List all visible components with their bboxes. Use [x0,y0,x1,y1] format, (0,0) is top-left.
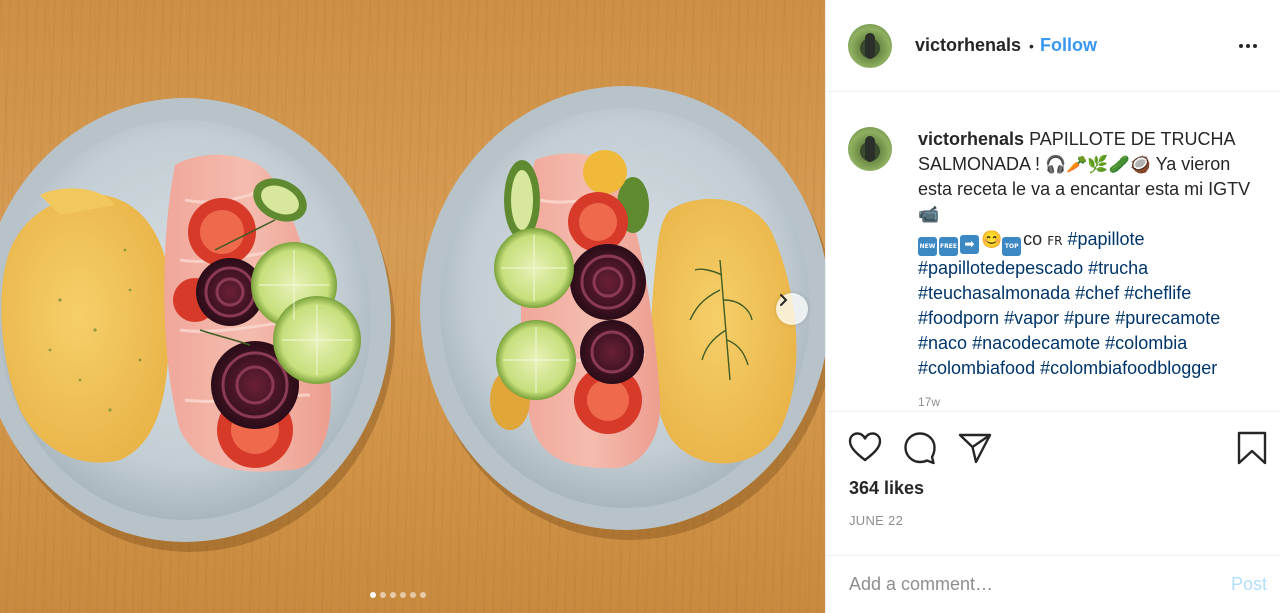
more-options-icon[interactable] [1235,36,1261,56]
chevron-right-icon [780,294,788,306]
post-date[interactable]: JUNE 22 [849,513,903,528]
hashtag-link[interactable]: #pure [1064,308,1110,328]
carousel-dot [390,592,396,598]
caption-username[interactable]: victorhenals [918,129,1024,149]
hashtag-link[interactable]: #trucha [1088,258,1148,278]
hashtag-link[interactable]: #chef [1075,283,1119,303]
action-bar [826,411,1280,471]
food-illustration [0,86,825,552]
caption-time: 17w [918,395,941,409]
caption-fr: FR [1047,234,1063,248]
hashtag-link[interactable]: #foodporn [918,308,999,328]
hashtag-link[interactable]: #purecamote [1115,308,1220,328]
post-header: victorhenals • Follow [826,0,1280,92]
hashtag-link[interactable]: #colombiafood [918,358,1035,378]
comment-bar: Post [826,555,1280,613]
smile-icon: 😊 [981,230,1003,249]
new-button-icon: NEW [918,237,937,256]
comment-icon[interactable] [902,430,938,466]
right-arrow-icon: ➡ [960,235,979,254]
hashtag-link[interactable]: #nacodecamote [972,333,1100,353]
hashtag-link[interactable]: #colombiafoodblogger [1040,358,1217,378]
carousel-dot [410,592,416,598]
caption-co: co [1023,229,1043,249]
hashtag-link[interactable]: #colombia [1105,333,1187,353]
likes-count[interactable]: 364 likes [849,478,924,499]
free-button-icon: FREE [939,237,958,256]
share-icon[interactable] [957,430,993,466]
comment-input[interactable] [849,574,1209,595]
caption-avatar[interactable] [848,127,892,171]
avatar[interactable] [848,23,892,68]
caption-emojis: 🎧🥕🌿🥒🥥 [1045,155,1151,174]
comments-area[interactable]: victorhenals PAPILLOTE DE TRUCHA SALMONA… [826,93,1280,409]
hashtag-link[interactable]: #teuchasalmonada [918,283,1070,303]
bookmark-icon[interactable] [1234,430,1270,466]
caption-text: victorhenals PAPILLOTE DE TRUCHA SALMONA… [918,127,1260,381]
post-sidebar: victorhenals • Follow victorhenals PAPIL… [825,0,1280,613]
camera-icon: 📹 [918,205,940,224]
top-arrow-icon: TOP [1002,237,1022,256]
post-photo[interactable] [0,0,825,613]
hashtag-link[interactable]: #vapor [1004,308,1059,328]
carousel-dot [370,592,376,598]
caption: victorhenals PAPILLOTE DE TRUCHA SALMONA… [848,127,1260,381]
carousel-dot [380,592,386,598]
carousel-dot [400,592,406,598]
hashtag-link[interactable]: #papillote [1067,229,1144,249]
post-button[interactable]: Post [1231,574,1267,595]
separator-dot: • [1029,37,1034,54]
hashtag-link[interactable]: #cheflife [1124,283,1191,303]
hashtag-link[interactable]: #naco [918,333,967,353]
header-username[interactable]: victorhenals [915,35,1021,56]
follow-button[interactable]: Follow [1040,35,1097,56]
heart-icon[interactable] [847,430,883,466]
hashtag-link[interactable]: #papillotedepescado [918,258,1083,278]
carousel-dot [420,592,426,598]
carousel-indicator [370,592,426,598]
next-image-button[interactable] [776,293,808,325]
